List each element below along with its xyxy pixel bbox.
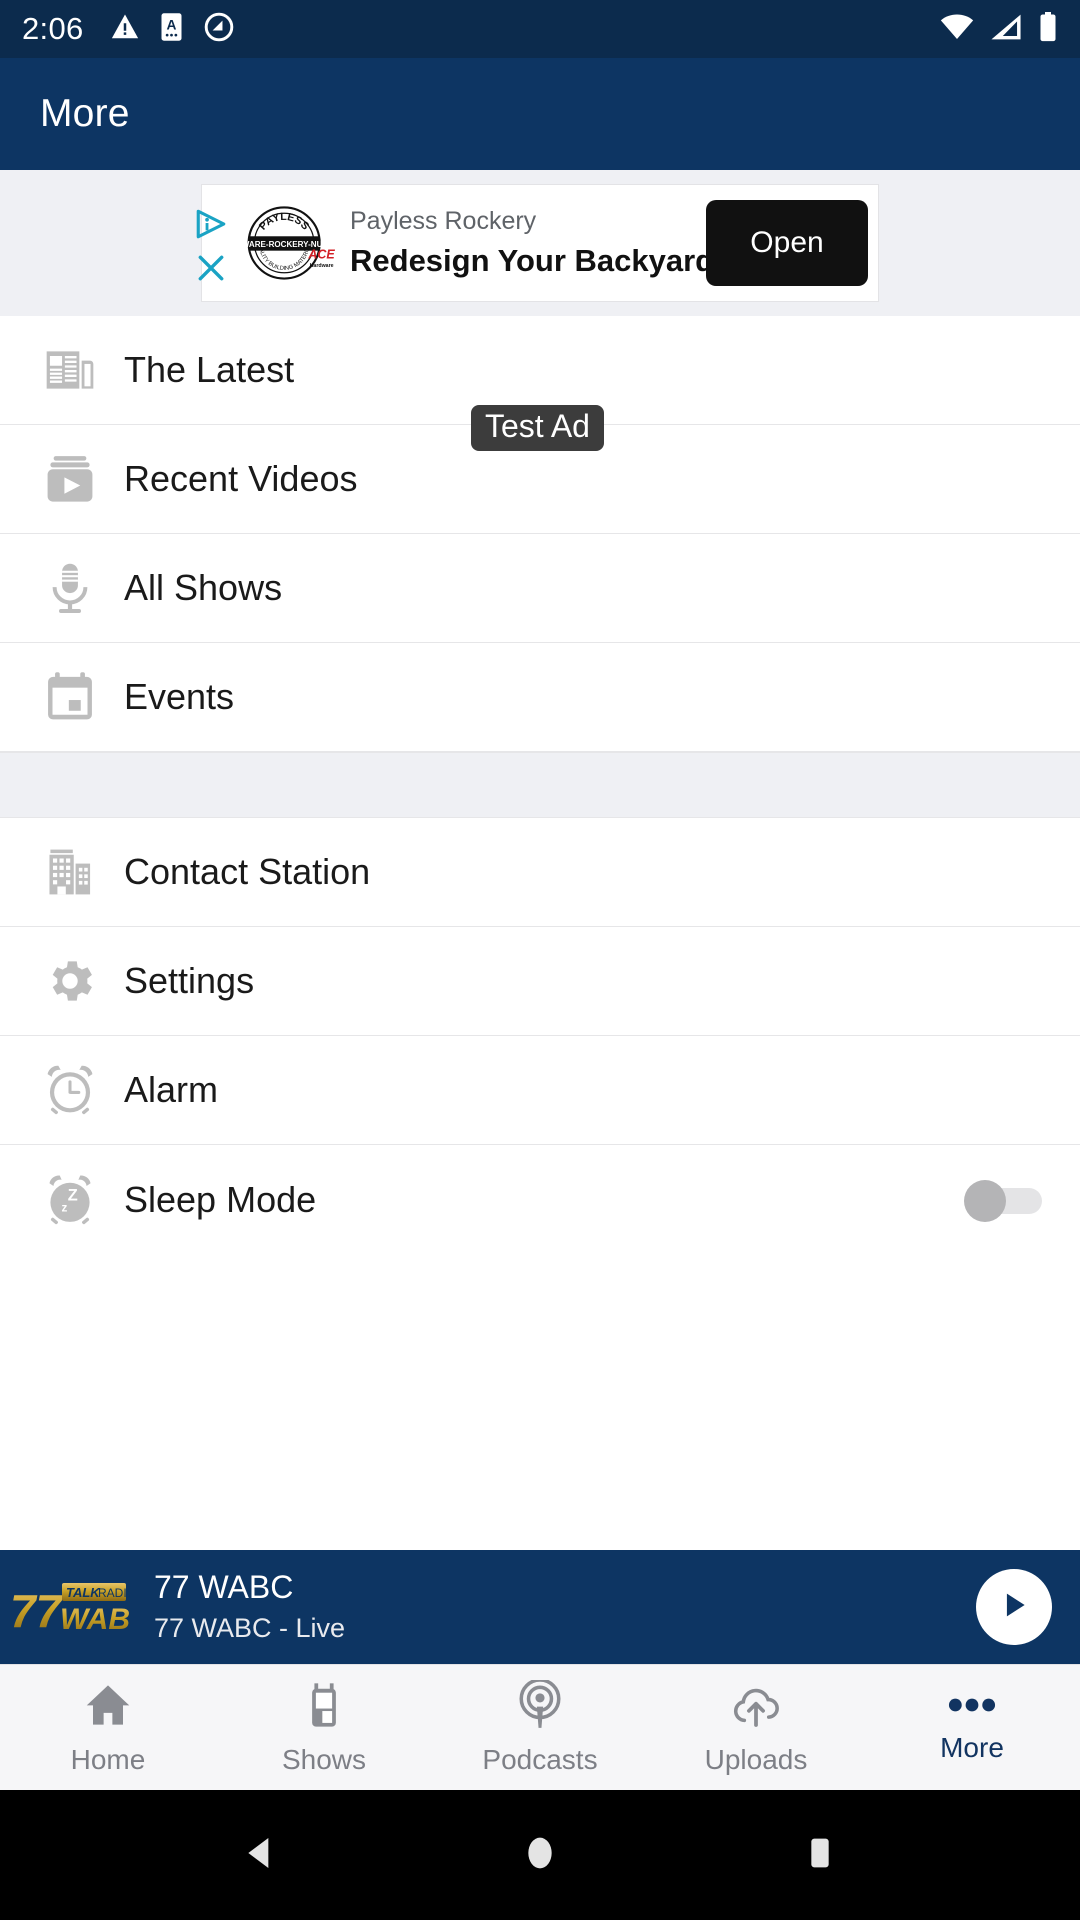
menu-item-label: Events — [124, 676, 235, 717]
video-library-icon — [38, 451, 102, 507]
play-icon — [997, 1588, 1031, 1627]
nav-tab-label: Podcasts — [482, 1743, 598, 1775]
page-title: More — [40, 92, 130, 135]
home-icon — [83, 1680, 133, 1735]
menu-group-divider — [0, 752, 1080, 818]
ad-advertiser-name: Payless Rockery — [350, 207, 537, 236]
menu-item-label: Settings — [124, 960, 255, 1001]
calendar-icon — [38, 669, 102, 725]
svg-text:77: 77 — [10, 1585, 64, 1637]
now-playing-subtitle: 77 WABC - Live — [154, 1613, 346, 1644]
ad-copy: Payless Rockery Redesign Your Backyard — [350, 207, 715, 279]
menu-item-all-shows[interactable]: All Shows — [0, 534, 1080, 643]
station-logo: 77 TALK RADIO WABC — [6, 1571, 153, 1643]
cloud-upload-icon — [731, 1680, 781, 1735]
app-bar: More — [0, 58, 1080, 170]
play-button[interactable] — [976, 1569, 1052, 1645]
a-badge-icon: A — [158, 12, 185, 47]
menu-item-alarm[interactable]: Alarm — [0, 1036, 1080, 1145]
toggle-knob — [964, 1179, 1006, 1222]
radio-tile-icon — [299, 1680, 349, 1735]
bottom-navigation: Home Shows Podcasts Uploads More — [0, 1664, 1080, 1790]
status-bar-clock: 2:06 — [22, 11, 84, 46]
ad-banner[interactable]: PAYLESS QUALITY BUILDING MATERIALS HARDW… — [196, 184, 879, 302]
recents-square-icon[interactable] — [800, 1833, 840, 1878]
ellipsis-icon — [947, 1692, 997, 1723]
svg-text:Hardware: Hardware — [310, 263, 334, 269]
svg-text:A: A — [166, 17, 176, 32]
menu-item-label: All Shows — [124, 567, 283, 608]
microphone-icon — [38, 560, 102, 616]
nav-tab-label: Home — [70, 1743, 146, 1775]
sleep-mode-toggle[interactable] — [964, 1179, 1042, 1222]
status-bar-notification-icons: A — [110, 11, 235, 48]
alarm-clock-icon — [38, 1062, 102, 1118]
building-icon — [38, 844, 102, 900]
adchoices-icon[interactable] — [194, 207, 228, 246]
menu-item-label: Contact Station — [124, 851, 371, 892]
menu-item-label: Sleep Mode — [124, 1178, 317, 1220]
home-circle-icon[interactable] — [520, 1833, 560, 1878]
nav-tab-home[interactable]: Home — [0, 1665, 216, 1790]
app-screen: 2:06 A More PAYLESS LITY BUILDING MATERI… — [0, 0, 1080, 1920]
podcast-icon — [515, 1677, 565, 1735]
nav-tab-podcasts[interactable]: Podcasts — [432, 1665, 648, 1790]
close-x-icon[interactable] — [195, 252, 227, 289]
battery-icon — [1038, 11, 1058, 47]
menu-item-settings[interactable]: Settings — [0, 927, 1080, 1036]
ad-advertiser-logo: PAYLESS QUALITY BUILDING MATERIALS HARDW… — [219, 191, 350, 291]
svg-text:WABC: WABC — [60, 1603, 130, 1636]
nav-tab-label: More — [940, 1731, 1004, 1763]
menu-item-sleep-mode[interactable]: Z z Sleep Mode — [0, 1145, 1080, 1254]
cellular-signal-icon — [990, 13, 1022, 46]
wifi-icon — [940, 13, 974, 46]
menu-item-events[interactable]: Events — [0, 643, 1080, 752]
menu-item-label: Alarm — [124, 1069, 219, 1110]
menu-item-label: Recent Videos — [124, 458, 358, 499]
menu-item-label: The Latest — [124, 349, 295, 390]
svg-text:ACE: ACE — [307, 247, 335, 261]
status-bar-system-icons — [940, 11, 1058, 47]
status-bar: 2:06 A — [0, 0, 1080, 58]
back-triangle-icon[interactable] — [240, 1833, 280, 1878]
nav-tab-more[interactable]: More — [864, 1665, 1080, 1790]
nav-tab-shows[interactable]: Shows — [216, 1665, 432, 1790]
ad-banner-container: PAYLESS QUALITY BUILDING MATERIALS HARDW… — [0, 170, 1080, 452]
warning-triangle-icon — [110, 12, 140, 47]
nav-tab-label: Shows — [281, 1743, 367, 1775]
svg-text:z: z — [61, 1201, 67, 1214]
test-ad-badge: Test Ad — [471, 405, 604, 452]
nav-tab-label: Uploads — [704, 1743, 808, 1775]
nav-tab-uploads[interactable]: Uploads — [648, 1665, 864, 1790]
adchoices-controls[interactable] — [194, 207, 228, 289]
sleep-alarm-icon: Z z — [38, 1172, 102, 1228]
more-menu-list: The Latest Recent Videos All Shows Event… — [0, 316, 1080, 1550]
ad-headline: Redesign Your Backyard — [350, 242, 715, 278]
svg-text:RADIO: RADIO — [98, 1586, 130, 1600]
menu-item-contact-station[interactable]: Contact Station — [0, 818, 1080, 927]
newspaper-icon — [38, 342, 102, 398]
ad-open-button[interactable]: Open — [706, 200, 868, 286]
gear-icon — [38, 953, 102, 1009]
do-not-disturb-icon — [203, 11, 235, 48]
android-navigation-bar — [0, 1790, 1080, 1920]
now-playing-bar[interactable]: 77 TALK RADIO WABC 77 WABC 77 WABC - Liv… — [0, 1550, 1080, 1664]
now-playing-meta: 77 WABC 77 WABC - Live — [154, 1569, 976, 1644]
svg-text:TALK: TALK — [66, 1585, 101, 1600]
svg-text:Z: Z — [68, 1186, 78, 1204]
now-playing-title: 77 WABC — [154, 1569, 294, 1606]
